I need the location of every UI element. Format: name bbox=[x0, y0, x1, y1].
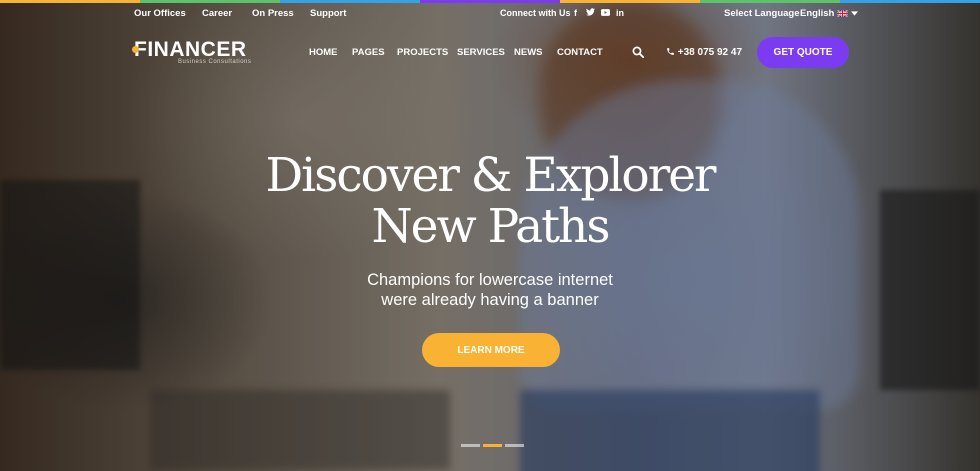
nav-item-contact[interactable]: CONTACT bbox=[557, 47, 603, 58]
phone-number: +38 075 92 47 bbox=[677, 47, 743, 58]
chevron-down-icon bbox=[851, 11, 859, 16]
nav-item-home[interactable]: HOME bbox=[309, 47, 338, 58]
twitter-icon[interactable] bbox=[586, 8, 595, 18]
linkedin-icon[interactable]: in bbox=[616, 8, 624, 18]
logo-tagline: Business Consultations bbox=[178, 59, 252, 65]
hero-subtitle-line-1: Champions for lowercase internet bbox=[367, 271, 613, 289]
logo-name: FINANCER bbox=[134, 38, 247, 61]
slider-pagination bbox=[461, 444, 524, 447]
slider-dot-1[interactable] bbox=[461, 444, 480, 447]
logo-dot bbox=[132, 46, 139, 53]
search-icon[interactable] bbox=[632, 46, 644, 58]
language-value: English bbox=[800, 8, 835, 19]
topbar-link-career[interactable]: Career bbox=[202, 8, 232, 19]
hero-title: Discover & Explorer New Paths bbox=[0, 150, 980, 252]
select-language-label: Select Language bbox=[724, 8, 800, 19]
hero-title-line-2: New Paths bbox=[371, 199, 611, 254]
phone-icon bbox=[667, 48, 674, 55]
language-dropdown[interactable]: English bbox=[800, 8, 859, 19]
hero-subtitle-line-2: were already having a banner bbox=[381, 291, 599, 309]
youtube-icon[interactable] bbox=[601, 8, 610, 18]
logo[interactable]: FINANCER Business Consultations bbox=[132, 38, 251, 65]
nav-item-services[interactable]: SERVICES bbox=[457, 47, 505, 58]
nav-item-projects[interactable]: PROJECTS bbox=[397, 47, 448, 58]
slider-dot-3[interactable] bbox=[505, 444, 524, 447]
topbar-link-on-press[interactable]: On Press bbox=[252, 8, 294, 19]
topbar-link-our-offices[interactable]: Our Offices bbox=[134, 8, 186, 19]
nav-item-news[interactable]: NEWS bbox=[514, 47, 543, 58]
get-quote-button[interactable]: GET QUOTE bbox=[757, 37, 849, 68]
facebook-icon[interactable]: f bbox=[574, 8, 577, 18]
nav-item-pages[interactable]: PAGES bbox=[352, 47, 385, 58]
learn-more-button[interactable]: LEARN MORE bbox=[422, 333, 560, 367]
topbar-link-support[interactable]: Support bbox=[310, 8, 346, 19]
uk-flag-icon bbox=[837, 10, 849, 17]
connect-label: Connect with Us bbox=[500, 8, 571, 18]
hero-title-line-1: Discover & Explorer bbox=[265, 148, 717, 203]
slider-dot-2[interactable] bbox=[483, 444, 502, 447]
hero-subtitle: Champions for lowercase internet were al… bbox=[0, 270, 980, 310]
phone-contact[interactable]: +38 075 92 47 bbox=[666, 47, 742, 58]
top-bar: Our Offices Career On Press Support Conn… bbox=[0, 3, 980, 25]
